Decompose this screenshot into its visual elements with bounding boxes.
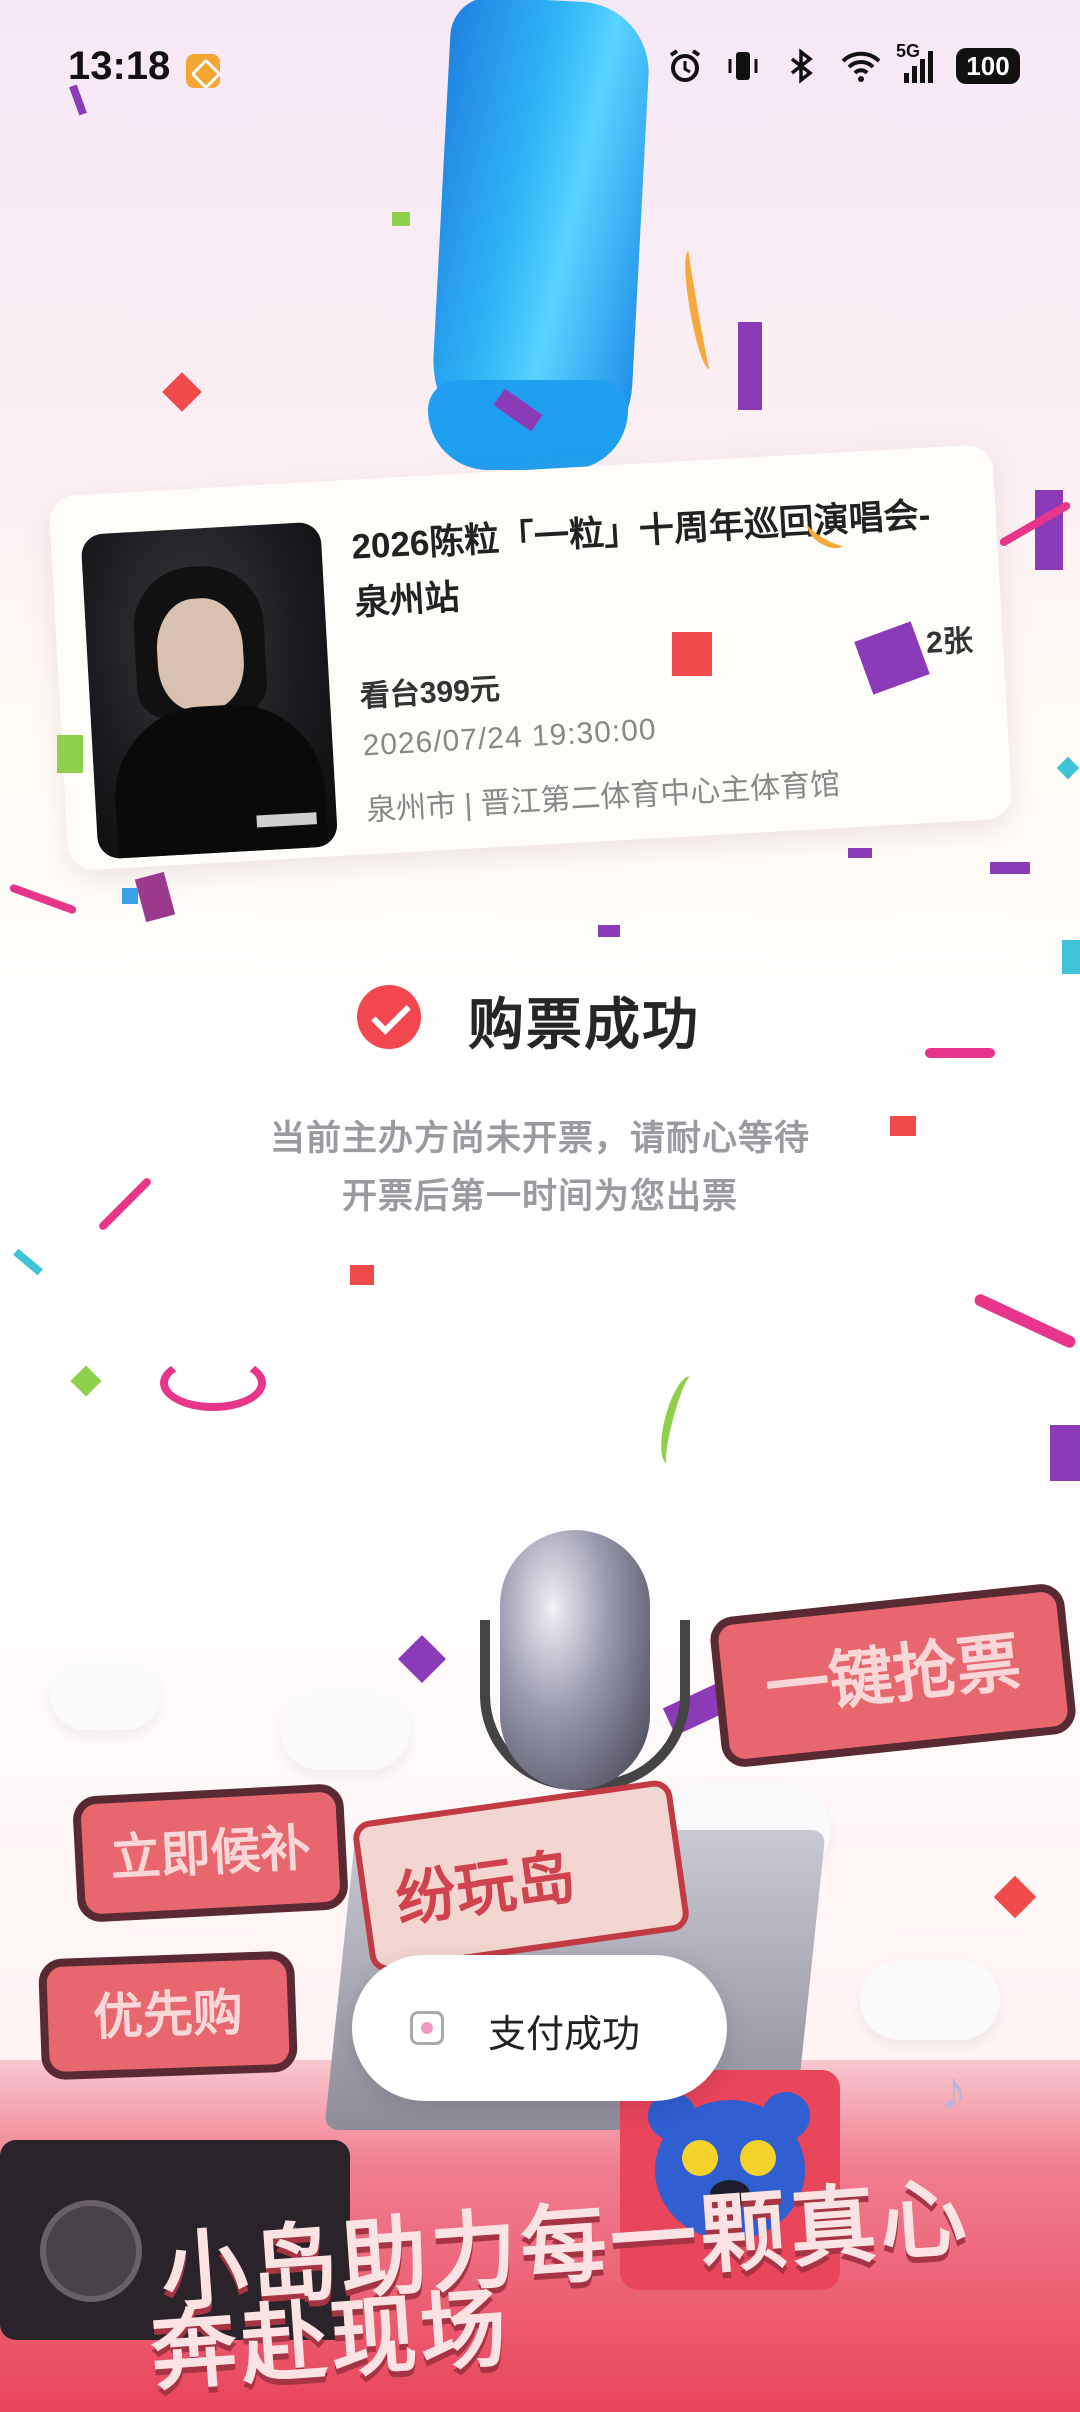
payment-success-toast: 支付成功	[352, 1955, 727, 2101]
status-time: 13:18	[68, 44, 171, 88]
cloud-3	[860, 1960, 1000, 2040]
success-title: 购票成功	[468, 993, 700, 1056]
artist-poster-image	[80, 521, 339, 860]
ticket-count: 2张	[925, 624, 974, 660]
vibrate-icon	[724, 47, 762, 85]
waitlist-bubble: 立即候补	[71, 1782, 350, 1924]
status-icons: 5G 100	[666, 41, 1020, 88]
bluetooth-icon	[782, 47, 820, 85]
music-note-icon: ♪	[940, 2061, 967, 2121]
slogan-line2: 奔赴现场	[147, 2280, 514, 2402]
success-message-line1: 当前主办方尚未开票，请耐心等待	[269, 1119, 810, 1158]
wifi-icon	[840, 47, 881, 85]
battery-indicator: 100	[956, 48, 1020, 84]
app-notification-icon	[186, 54, 220, 88]
show-datetime: 2026/07/24 19:30:00	[361, 713, 658, 763]
toast-text: 支付成功	[488, 2014, 641, 2056]
alarm-icon	[666, 47, 704, 85]
cloud-1	[50, 1660, 160, 1730]
venue: 泉州市 | 晋江第二体育中心主体育馆	[365, 767, 841, 828]
concert-title: 2026陈粒「一粒」十周年巡回演唱会-泉州站	[350, 495, 932, 623]
quick-grab-bubble: 一键抢票	[708, 1581, 1078, 1770]
cloud-2	[280, 1690, 410, 1770]
microphone-icon	[500, 1530, 650, 1790]
app-icon	[410, 2011, 444, 2045]
network-type: 5G	[896, 41, 921, 61]
success-check-icon	[357, 985, 421, 1049]
seat-price: 看台399元	[359, 672, 501, 714]
priority-buy-bubble: 优先购	[37, 1950, 299, 2081]
success-message-line2: 开票后第一时间为您出票	[341, 1177, 738, 1216]
cellular-signal-icon: 5G	[896, 41, 936, 85]
